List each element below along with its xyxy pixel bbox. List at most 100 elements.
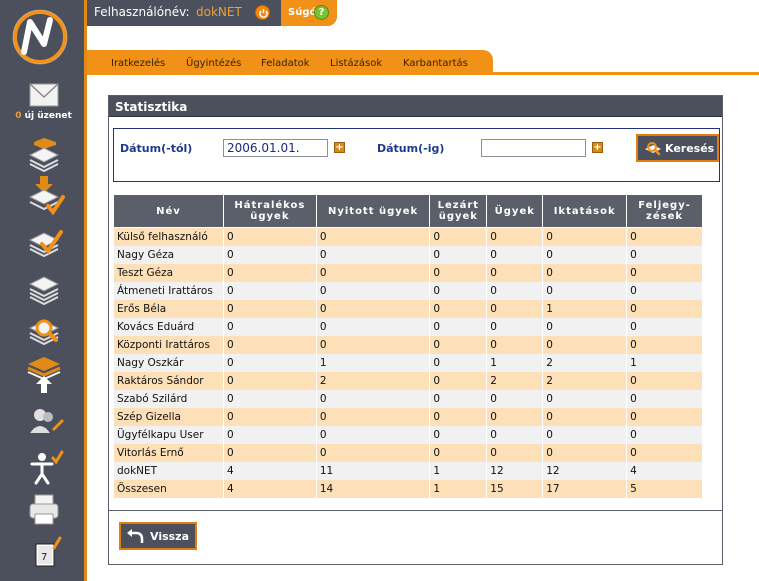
cell-closed: 1 [429,461,488,480]
cell-notes: 0 [626,299,703,318]
cell-closed: 0 [429,299,488,318]
username-value: dokNET [196,5,242,19]
cell-notes: 0 [626,281,703,300]
table-row: Nagy Géza 0 0 0 0 0 0 [113,245,703,264]
document-stack-icon[interactable] [22,135,66,173]
menu-feladatok[interactable]: Feladatok [261,58,310,69]
cell-filings: 0 [542,263,628,282]
cell-overdue: 4 [222,461,317,480]
cell-closed: 0 [429,281,488,300]
calendar-icon[interactable]: 7 [22,536,66,574]
cell-notes: 0 [626,263,703,282]
user-bar: Felhasználónév: dokNET Súgó ? [87,0,337,26]
cell-cases: 0 [486,227,544,246]
help-area[interactable]: Súgó ? [281,0,337,26]
cell-open: 14 [315,479,431,498]
table-row: Szép Gizella 0 0 0 0 0 0 [113,407,703,426]
col-header-overdue: Hátralékos ügyek [222,194,317,228]
date-from-label: Dátum(-tól) [120,142,193,155]
cell-filings: 1 [542,299,628,318]
cell-open: 0 [315,299,431,318]
logout-button[interactable] [255,5,270,20]
menu-listazasok[interactable]: Listázások [330,58,382,69]
cell-filings: 17 [542,479,628,498]
cell-filings: 0 [542,245,628,264]
table-row: Raktáros Sándor 0 2 0 2 2 0 [113,371,703,390]
cell-closed: 1 [429,479,488,498]
date-from-input[interactable] [223,139,328,157]
cell-notes: 0 [626,371,703,390]
username-label: Felhasználónév: [94,5,190,19]
cell-cases: 15 [486,479,544,498]
search-button[interactable]: Keresés [636,134,719,162]
date-to-picker-button[interactable]: + [592,142,603,153]
svg-text:7: 7 [41,552,47,563]
document-export-icon[interactable] [22,354,66,393]
cell-overdue: 0 [222,335,317,354]
users-edit-icon[interactable] [22,405,66,443]
cell-overdue: 0 [222,317,317,336]
cell-open: 0 [315,407,431,426]
cell-closed: 0 [429,263,488,282]
help-label[interactable]: Súgó [288,7,316,18]
cell-name: Kovács Eduárd [113,317,224,336]
table-row: Átmeneti Irattáros 0 0 0 0 0 0 [113,281,703,300]
date-from-picker-button[interactable]: + [334,142,345,153]
document-search-icon[interactable] [22,312,66,350]
col-header-filings: Iktatások [542,194,628,228]
cell-overdue: 0 [222,281,317,300]
table-row: Központi Irattáros 0 0 0 0 0 0 [113,335,703,354]
table-row: Kovács Eduárd 0 0 0 0 0 0 [113,317,703,336]
cell-closed: 0 [429,389,488,408]
document-inbox-check-icon[interactable] [22,175,66,216]
cell-name: Összesen [113,479,224,498]
col-header-name: Név [113,194,224,228]
document-pile-icon[interactable] [22,270,66,308]
cell-name: Raktáros Sándor [113,371,224,390]
cell-closed: 0 [429,371,488,390]
cell-name: Nagy Oszkár [113,353,224,372]
cell-name: Teszt Géza [113,263,224,282]
cell-cases: 0 [486,317,544,336]
message-count[interactable]: 0 új üzenet [0,111,87,121]
cell-cases: 0 [486,299,544,318]
date-to-input[interactable] [481,139,586,157]
statistics-table-wrapper: Név Hátralékos ügyek Nyitott ügyek Lezár… [113,194,703,498]
cell-filings: 0 [542,443,628,462]
menu-iratkezeles[interactable]: Iratkezelés [111,58,165,69]
cell-notes: 0 [626,389,703,408]
back-button-label: Vissza [150,530,190,543]
cell-cases: 0 [486,389,544,408]
table-row: Összesen 4 14 1 15 17 5 [113,479,703,498]
printer-icon[interactable] [22,492,66,530]
user-task-icon[interactable] [22,450,66,488]
cell-overdue: 0 [222,227,317,246]
menu-ugyintezes[interactable]: Ügyintézés [186,58,241,69]
cell-name: Átmeneti Irattáros [113,281,224,300]
cell-filings: 0 [542,317,628,336]
cell-notes: 0 [626,335,703,354]
cell-cases: 0 [486,245,544,264]
document-check-icon[interactable] [22,224,66,262]
col-header-closed: Lezárt ügyek [429,194,488,228]
cell-notes: 1 [626,353,703,372]
cell-cases: 0 [486,443,544,462]
panel-title: Statisztika [115,100,188,114]
back-arrow-icon [127,529,144,543]
col-header-open: Nyitott ügyek [315,194,431,228]
menu-karbantartas[interactable]: Karbantartás [403,58,468,69]
question-icon[interactable]: ? [314,5,329,20]
cell-overdue: 0 [222,389,317,408]
col-header-notes: Feljegy-zések [626,194,703,228]
cell-filings: 0 [542,389,628,408]
table-body: Külső felhasználó 0 0 0 0 0 0 Nagy Géza 0 0 0 0 0 0 Te… [113,227,703,498]
cell-overdue: 0 [222,263,317,282]
date-filter: Dátum(-tól) + Dátum(-ig) + Keresés [113,128,720,182]
cell-cases: 0 [486,263,544,282]
cell-closed: 0 [429,425,488,444]
app-root: 0 új üzenet 7 Felhasználónév: dokNET Súg… [0,0,759,581]
cell-notes: 0 [626,407,703,426]
dokNET-logo[interactable] [10,8,72,66]
cell-notes: 0 [626,317,703,336]
back-button[interactable]: Vissza [119,522,197,550]
